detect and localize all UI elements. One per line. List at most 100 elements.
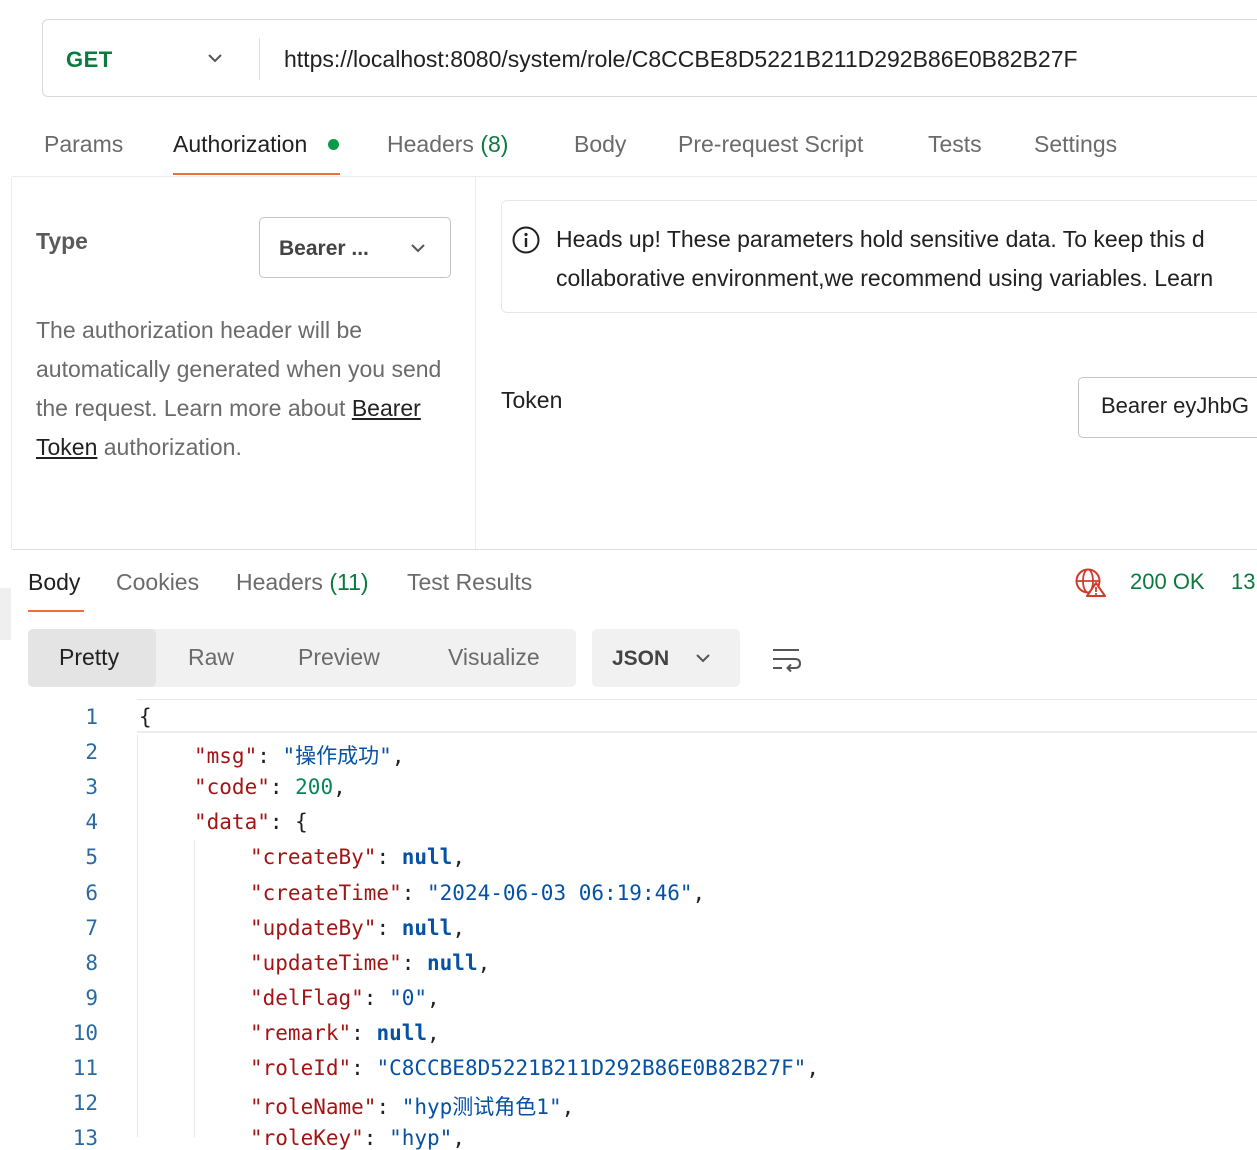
json-key: "roleKey" [250,1126,364,1150]
json-number: 200 [295,775,334,799]
response-tab-cookies[interactable]: Cookies [116,569,199,596]
json-string: "2024-06-03 06:19:46" [427,881,693,905]
json-null: null [427,951,478,975]
code-line: { [139,705,152,729]
status-dot [328,139,339,150]
info-circle-icon [512,226,540,254]
json-null: null [401,845,453,869]
auth-description-tail: authorization. [97,434,242,460]
json-key: "msg" [194,744,258,768]
line-number: 10 [72,1021,98,1045]
chevron-down-icon[interactable] [205,48,225,68]
view-mode-toggle: Pretty Raw Preview Visualize [28,629,576,687]
code-line: "delFlag": "0", [250,986,440,1010]
line-number: 4 [85,810,98,834]
chevron-down-icon [411,244,425,253]
view-raw-button[interactable]: Raw [188,644,234,671]
code-line: "roleKey": "hyp", [250,1126,465,1150]
json-key: "data" [194,810,270,834]
divider [475,177,476,549]
json-key: "code" [194,775,270,799]
auth-description: The authorization header will be automat… [36,311,456,467]
active-tab-indicator [173,173,340,175]
view-visualize-button[interactable]: Visualize [448,644,540,671]
json-string: "hyp" [389,1126,453,1150]
json-string: "操作成功" [282,744,392,768]
line-number: 3 [85,775,98,799]
token-value: Bearer eyJhbG [1101,393,1249,418]
tab-headers-count: (8) [480,131,509,157]
panel-splitter[interactable] [12,549,1257,550]
response-format-select[interactable]: JSON [592,629,740,687]
active-tab-indicator [28,610,84,612]
view-preview-button[interactable]: Preview [298,644,380,671]
auth-type-label: Type [36,228,88,254]
auth-type-select[interactable]: Bearer ... [259,217,451,278]
response-tab-headers-count: (11) [329,569,369,595]
indent-guide [137,735,138,1137]
response-tab-test-results[interactable]: Test Results [407,569,532,596]
sensitive-data-notice: Heads up! These parameters hold sensitiv… [501,200,1257,313]
text-wrap-icon[interactable] [770,643,802,675]
response-format-value: JSON [612,647,670,670]
json-key: "updateBy" [250,916,377,940]
current-line-highlight [137,700,1257,733]
line-number: 7 [85,916,98,940]
code-line: "updateTime": null, [250,951,491,975]
tab-headers-label: Headers [387,131,474,157]
code-line: "createBy": null, [250,845,465,869]
code-line: "createTime": "2024-06-03 06:19:46", [250,881,706,905]
json-key: "updateTime" [250,951,402,975]
json-string: "0" [389,986,428,1010]
json-string: "hyp测试角色1" [401,1095,562,1119]
json-brace: { [295,810,308,834]
response-tab-headers[interactable]: Headers (11) [236,569,369,596]
method-select[interactable]: GET [66,47,113,73]
json-key: "createTime" [250,881,402,905]
divider [11,177,12,549]
tab-params[interactable]: Params [44,131,123,158]
indent-guide [194,840,195,1137]
code-line: "code": 200, [194,775,346,799]
json-key: "delFlag" [250,986,364,1010]
json-brace: { [139,705,152,729]
tab-tests[interactable]: Tests [928,131,982,158]
response-tab-headers-label: Headers [236,569,323,595]
token-label: Token [501,387,563,413]
json-key: "createBy" [250,845,377,869]
divider [12,176,1257,177]
tab-authorization[interactable]: Authorization [173,131,307,158]
code-line: "roleId": "C8CCBE8D5221B211D292B86E0B82B… [250,1056,819,1080]
line-number: 2 [85,740,98,764]
globe-warning-icon[interactable] [1074,567,1108,597]
tab-headers[interactable]: Headers (8) [387,131,508,158]
response-status: 200 OK [1130,569,1205,594]
line-number: 12 [72,1091,98,1115]
json-null: null [376,1021,428,1045]
response-time: 13 [1231,569,1256,594]
tab-settings[interactable]: Settings [1034,131,1117,158]
code-line: "remark": null, [250,1021,440,1045]
json-key: "roleId" [250,1056,352,1080]
tab-body[interactable]: Body [574,131,626,158]
code-line: "data": { [194,810,308,834]
request-url-bar: GET https://localhost:8080/system/role/C… [42,19,1257,97]
response-tab-body[interactable]: Body [28,569,80,596]
tab-pre-request-script[interactable]: Pre-request Script [678,131,863,158]
token-input[interactable]: Bearer eyJhbG [1078,377,1257,438]
json-string: "C8CCBE8D5221B211D292B86E0B82B27F" [376,1056,807,1080]
line-number: 5 [85,845,98,869]
json-key: "roleName" [250,1095,377,1119]
code-line: "roleName": "hyp测试角色1", [250,1095,575,1119]
json-key: "remark" [250,1021,352,1045]
notice-text-line2: collaborative environment,we recommend u… [556,265,1214,291]
chevron-down-icon [696,654,710,663]
line-number: 11 [72,1056,98,1080]
view-pretty-button[interactable]: Pretty [59,644,119,671]
url-input[interactable]: https://localhost:8080/system/role/C8CCB… [284,46,1078,73]
line-number: 9 [85,986,98,1010]
code-line: "updateBy": null, [250,916,465,940]
line-number: 8 [85,951,98,975]
line-number: 1 [85,705,98,729]
code-line: "msg": "操作成功", [194,744,405,768]
